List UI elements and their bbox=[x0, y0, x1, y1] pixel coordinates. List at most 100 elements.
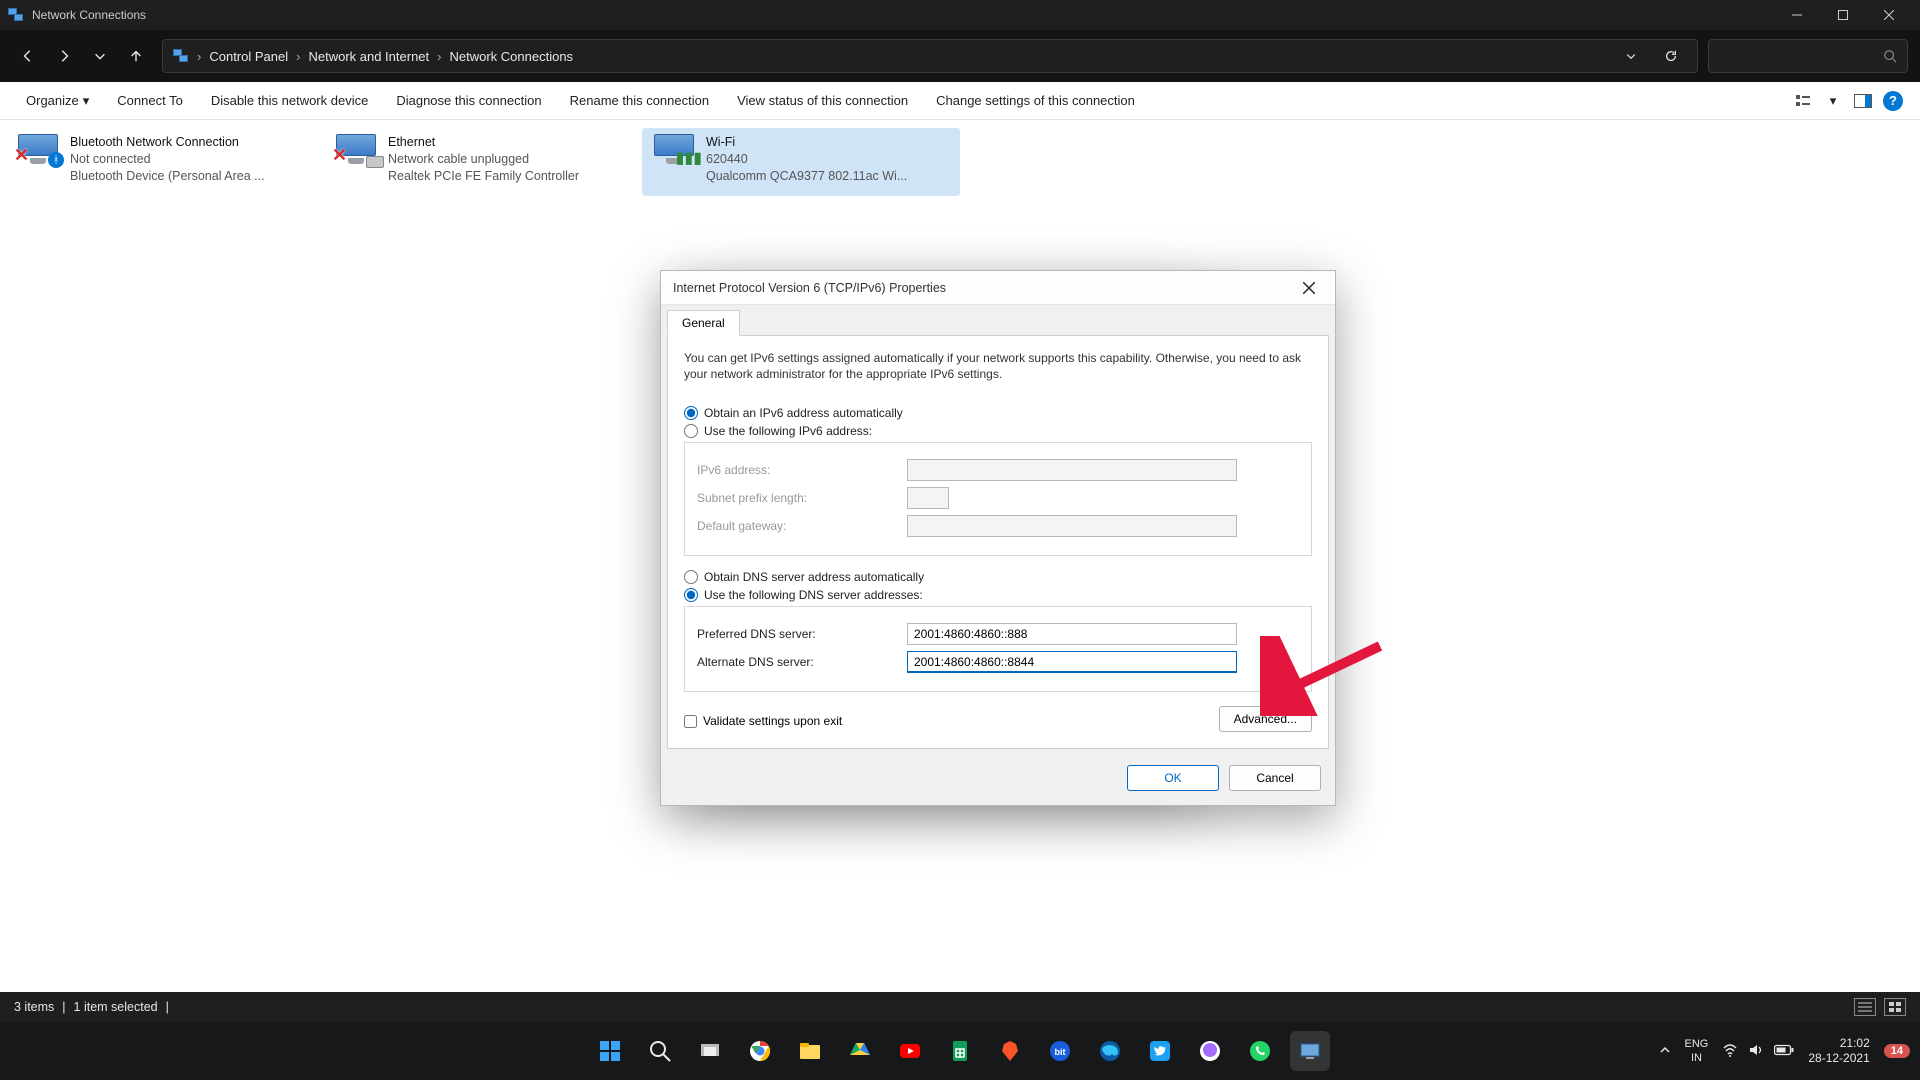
maximize-button[interactable] bbox=[1820, 0, 1866, 30]
ipv6-address-label: IPv6 address: bbox=[697, 463, 907, 477]
minimize-button[interactable] bbox=[1774, 0, 1820, 30]
connection-item-bluetooth[interactable]: ✕ᚼ Bluetooth Network Connection Not conn… bbox=[6, 128, 324, 196]
tab-strip: General bbox=[661, 305, 1335, 335]
validate-checkbox-input[interactable] bbox=[684, 715, 697, 728]
bitwarden-icon[interactable]: bit bbox=[1040, 1031, 1080, 1071]
google-drive-icon[interactable] bbox=[840, 1031, 880, 1071]
start-button[interactable] bbox=[590, 1031, 630, 1071]
wifi-tray-icon[interactable] bbox=[1722, 1042, 1738, 1061]
help-button[interactable]: ? bbox=[1878, 82, 1908, 120]
cmd-disable-device[interactable]: Disable this network device bbox=[197, 82, 383, 120]
connection-name: Ethernet bbox=[388, 134, 579, 151]
preferred-dns-label: Preferred DNS server: bbox=[697, 627, 907, 641]
sheets-icon[interactable] bbox=[940, 1031, 980, 1071]
notification-badge[interactable]: 14 bbox=[1884, 1044, 1910, 1058]
cmd-connect-to[interactable]: Connect To bbox=[103, 82, 197, 120]
tray-overflow-icon[interactable] bbox=[1659, 1044, 1671, 1059]
connection-item-ethernet[interactable]: ✕ Ethernet Network cable unplugged Realt… bbox=[324, 128, 642, 196]
nav-bar: › Control Panel › Network and Internet ›… bbox=[0, 30, 1920, 82]
radio-obtain-dns-auto[interactable]: Obtain DNS server address automatically bbox=[684, 570, 1312, 584]
preferred-dns-input[interactable] bbox=[907, 623, 1237, 645]
large-icons-view-icon[interactable] bbox=[1884, 998, 1906, 1016]
language-indicator[interactable]: ENG IN bbox=[1685, 1037, 1709, 1065]
status-separator: | bbox=[166, 1000, 169, 1014]
dialog-title-bar[interactable]: Internet Protocol Version 6 (TCP/IPv6) P… bbox=[661, 271, 1335, 305]
alternate-dns-input[interactable] bbox=[907, 651, 1237, 673]
control-panel-taskbar-icon[interactable] bbox=[1290, 1031, 1330, 1071]
svg-text:bit: bit bbox=[1055, 1047, 1066, 1057]
radio-use-ip-manual[interactable]: Use the following IPv6 address: bbox=[684, 424, 1312, 438]
radio-obtain-dns-auto-input[interactable] bbox=[684, 570, 698, 584]
radio-use-ip-manual-input[interactable] bbox=[684, 424, 698, 438]
cmd-view-status[interactable]: View status of this connection bbox=[723, 82, 922, 120]
view-dropdown-button[interactable]: ▾ bbox=[1818, 82, 1848, 120]
address-dropdown-icon[interactable] bbox=[1615, 40, 1647, 72]
tab-general[interactable]: General bbox=[667, 310, 740, 336]
alternate-dns-label: Alternate DNS server: bbox=[697, 655, 907, 669]
search-icon bbox=[1883, 49, 1897, 63]
connections-list: ✕ᚼ Bluetooth Network Connection Not conn… bbox=[0, 120, 1920, 204]
edge-icon[interactable] bbox=[1090, 1031, 1130, 1071]
system-tray: ENG IN 21:02 28-12-2021 14 bbox=[1659, 1036, 1910, 1066]
file-explorer-icon[interactable] bbox=[790, 1031, 830, 1071]
details-view-icon[interactable] bbox=[1854, 998, 1876, 1016]
cmd-change-settings[interactable]: Change settings of this connection bbox=[922, 82, 1149, 120]
task-view-icon[interactable] bbox=[690, 1031, 730, 1071]
app-icon bbox=[8, 7, 24, 23]
default-gateway-input bbox=[907, 515, 1237, 537]
connection-device: Realtek PCIe FE Family Controller bbox=[388, 168, 579, 185]
address-bar[interactable]: › Control Panel › Network and Internet ›… bbox=[162, 39, 1698, 73]
validate-checkbox[interactable]: Validate settings upon exit bbox=[684, 714, 842, 728]
search-box[interactable] bbox=[1708, 39, 1908, 73]
messenger-icon[interactable] bbox=[1190, 1031, 1230, 1071]
whatsapp-icon[interactable] bbox=[1240, 1031, 1280, 1071]
network-adapter-icon: ✕ᚼ bbox=[14, 134, 62, 182]
cmd-diagnose[interactable]: Diagnose this connection bbox=[382, 82, 555, 120]
breadcrumb-item[interactable]: Network and Internet bbox=[308, 49, 429, 64]
forward-button[interactable] bbox=[48, 40, 80, 72]
radio-use-dns-manual[interactable]: Use the following DNS server addresses: bbox=[684, 588, 1312, 602]
connection-item-wifi[interactable]: ▮▮▮ Wi-Fi 620440 Qualcomm QCA9377 802.11… bbox=[642, 128, 960, 196]
clock[interactable]: 21:02 28-12-2021 bbox=[1808, 1036, 1869, 1066]
network-adapter-icon: ✕ bbox=[332, 134, 380, 182]
volume-tray-icon[interactable] bbox=[1748, 1042, 1764, 1061]
twitter-icon[interactable] bbox=[1140, 1031, 1180, 1071]
dialog-close-button[interactable] bbox=[1295, 274, 1323, 302]
view-options-button[interactable] bbox=[1788, 82, 1818, 120]
battery-tray-icon[interactable] bbox=[1774, 1044, 1794, 1059]
breadcrumb-item[interactable]: Control Panel bbox=[209, 49, 288, 64]
organize-menu[interactable]: Organize ▾ bbox=[12, 82, 103, 120]
breadcrumb-item[interactable]: Network Connections bbox=[450, 49, 574, 64]
preview-pane-button[interactable] bbox=[1848, 82, 1878, 120]
status-item-count: 3 items bbox=[14, 1000, 54, 1014]
chrome-icon[interactable] bbox=[740, 1031, 780, 1071]
refresh-button[interactable] bbox=[1655, 40, 1687, 72]
radio-obtain-ip-auto[interactable]: Obtain an IPv6 address automatically bbox=[684, 406, 1312, 420]
brave-icon[interactable] bbox=[990, 1031, 1030, 1071]
connection-status: 620440 bbox=[706, 151, 907, 168]
advanced-button[interactable]: Advanced... bbox=[1219, 706, 1312, 732]
window-title: Network Connections bbox=[32, 8, 146, 22]
taskbar-pinned-apps: bit bbox=[590, 1031, 1330, 1071]
close-window-button[interactable] bbox=[1866, 0, 1912, 30]
recent-button[interactable] bbox=[84, 40, 116, 72]
connection-status: Not connected bbox=[70, 151, 265, 168]
subnet-prefix-label: Subnet prefix length: bbox=[697, 491, 907, 505]
connection-device: Bluetooth Device (Personal Area ... bbox=[70, 168, 265, 185]
ipv6-address-input bbox=[907, 459, 1237, 481]
cancel-button[interactable]: Cancel bbox=[1229, 765, 1321, 791]
ok-button[interactable]: OK bbox=[1127, 765, 1219, 791]
search-taskbar-icon[interactable] bbox=[640, 1031, 680, 1071]
back-button[interactable] bbox=[12, 40, 44, 72]
connection-name: Wi-Fi bbox=[706, 134, 907, 151]
radio-obtain-ip-auto-input[interactable] bbox=[684, 406, 698, 420]
connection-name: Bluetooth Network Connection bbox=[70, 134, 265, 151]
chevron-right-icon: › bbox=[197, 49, 201, 64]
youtube-icon[interactable] bbox=[890, 1031, 930, 1071]
ipv6-properties-dialog: Internet Protocol Version 6 (TCP/IPv6) P… bbox=[660, 270, 1336, 806]
radio-use-dns-manual-input[interactable] bbox=[684, 588, 698, 602]
dialog-title: Internet Protocol Version 6 (TCP/IPv6) P… bbox=[673, 281, 946, 295]
chevron-down-icon: ▾ bbox=[83, 93, 90, 109]
cmd-rename[interactable]: Rename this connection bbox=[556, 82, 723, 120]
up-button[interactable] bbox=[120, 40, 152, 72]
